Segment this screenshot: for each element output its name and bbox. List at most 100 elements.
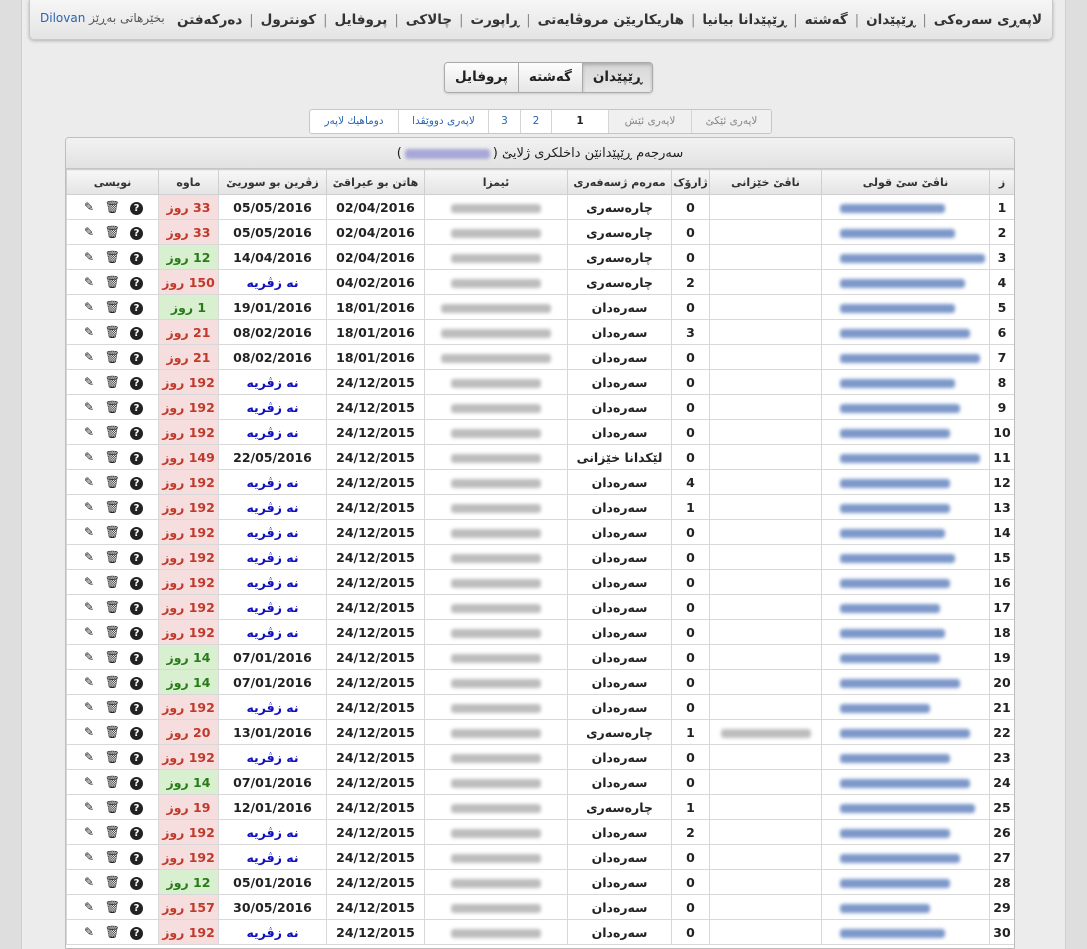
question-icon[interactable]: ? xyxy=(130,326,143,340)
row-name-link[interactable] xyxy=(821,919,990,945)
question-icon[interactable]: ? xyxy=(130,526,143,540)
trash-icon[interactable]: 🗑 xyxy=(105,475,120,489)
pencil-icon[interactable]: ✎ xyxy=(82,425,96,439)
question-icon[interactable]: ? xyxy=(130,701,143,715)
menu-item-travelers[interactable]: ڕێپێدان xyxy=(866,12,915,28)
tab-trips[interactable]: گەشتە xyxy=(517,63,582,92)
row-name-link[interactable] xyxy=(821,794,990,820)
pencil-icon[interactable]: ✎ xyxy=(82,550,96,564)
row-name-link[interactable] xyxy=(821,694,990,720)
trash-icon[interactable]: 🗑 xyxy=(105,350,120,364)
trash-icon[interactable]: 🗑 xyxy=(105,825,120,839)
trash-icon[interactable]: 🗑 xyxy=(105,500,120,514)
trash-icon[interactable]: 🗑 xyxy=(105,725,120,739)
trash-icon[interactable]: 🗑 xyxy=(105,675,120,689)
row-name-link[interactable] xyxy=(821,869,990,895)
username-link[interactable]: Dilovan xyxy=(40,11,85,25)
pencil-icon[interactable]: ✎ xyxy=(82,775,96,789)
row-name-link[interactable] xyxy=(821,244,990,270)
row-name-link[interactable] xyxy=(821,844,990,870)
question-icon[interactable]: ? xyxy=(130,651,143,665)
row-name-link[interactable] xyxy=(821,469,990,495)
trash-icon[interactable]: 🗑 xyxy=(105,225,120,239)
trash-icon[interactable]: 🗑 xyxy=(105,325,120,339)
menu-item-control[interactable]: کونترول xyxy=(261,12,316,28)
row-name-link[interactable] xyxy=(821,569,990,595)
row-name-link[interactable] xyxy=(821,419,990,445)
pencil-icon[interactable]: ✎ xyxy=(82,275,96,289)
question-icon[interactable]: ? xyxy=(130,351,143,365)
menu-item-notify[interactable]: هاریکاریێن مروڤایەتی xyxy=(538,12,684,28)
row-name-link[interactable] xyxy=(821,819,990,845)
trash-icon[interactable]: 🗑 xyxy=(105,925,120,939)
pager-next[interactable]: لاپەری دووێڤدا xyxy=(398,110,488,133)
pencil-icon[interactable]: ✎ xyxy=(82,700,96,714)
question-icon[interactable]: ? xyxy=(130,301,143,315)
tab-profile[interactable]: پروفایل xyxy=(445,63,518,92)
trash-icon[interactable]: 🗑 xyxy=(105,275,120,289)
trash-icon[interactable]: 🗑 xyxy=(105,300,120,314)
row-name-link[interactable] xyxy=(821,769,990,795)
pencil-icon[interactable]: ✎ xyxy=(82,600,96,614)
question-icon[interactable]: ? xyxy=(130,201,143,215)
pencil-icon[interactable]: ✎ xyxy=(82,525,96,539)
question-icon[interactable]: ? xyxy=(130,851,143,865)
pencil-icon[interactable]: ✎ xyxy=(82,450,96,464)
row-name-link[interactable] xyxy=(821,519,990,545)
pencil-icon[interactable]: ✎ xyxy=(82,925,96,939)
row-name-link[interactable] xyxy=(821,619,990,645)
question-icon[interactable]: ? xyxy=(130,451,143,465)
trash-icon[interactable]: 🗑 xyxy=(105,650,120,664)
menu-item-home[interactable]: لاپەڕی سەرەکی xyxy=(934,12,1042,28)
trash-icon[interactable]: 🗑 xyxy=(105,600,120,614)
pencil-icon[interactable]: ✎ xyxy=(82,675,96,689)
trash-icon[interactable]: 🗑 xyxy=(105,800,120,814)
question-icon[interactable]: ? xyxy=(130,676,143,690)
pencil-icon[interactable]: ✎ xyxy=(82,825,96,839)
tab-travelers[interactable]: ڕێپێدان xyxy=(581,63,653,92)
row-name-link[interactable] xyxy=(821,269,990,295)
trash-icon[interactable]: 🗑 xyxy=(105,200,120,214)
pencil-icon[interactable]: ✎ xyxy=(82,300,96,314)
pencil-icon[interactable]: ✎ xyxy=(82,725,96,739)
trash-icon[interactable]: 🗑 xyxy=(105,250,120,264)
pencil-icon[interactable]: ✎ xyxy=(82,850,96,864)
menu-item-logout[interactable]: دەرکەفتن xyxy=(177,12,242,28)
question-icon[interactable]: ? xyxy=(130,576,143,590)
row-name-link[interactable] xyxy=(821,719,990,745)
row-name-link[interactable] xyxy=(821,219,990,245)
trash-icon[interactable]: 🗑 xyxy=(105,775,120,789)
trash-icon[interactable]: 🗑 xyxy=(105,850,120,864)
row-name-link[interactable] xyxy=(821,194,990,220)
menu-item-activity[interactable]: چالاکی xyxy=(406,12,452,28)
trash-icon[interactable]: 🗑 xyxy=(105,750,120,764)
row-name-link[interactable] xyxy=(821,669,990,695)
question-icon[interactable]: ? xyxy=(130,276,143,290)
pager-last[interactable]: دوماهیك لاپەر xyxy=(310,110,398,133)
pencil-icon[interactable]: ✎ xyxy=(82,250,96,264)
pencil-icon[interactable]: ✎ xyxy=(82,500,96,514)
question-icon[interactable]: ? xyxy=(130,826,143,840)
pencil-icon[interactable]: ✎ xyxy=(82,200,96,214)
trash-icon[interactable]: 🗑 xyxy=(105,575,120,589)
question-icon[interactable]: ? xyxy=(130,926,143,940)
trash-icon[interactable]: 🗑 xyxy=(105,400,120,414)
trash-icon[interactable]: 🗑 xyxy=(105,700,120,714)
row-name-link[interactable] xyxy=(821,894,990,920)
pencil-icon[interactable]: ✎ xyxy=(82,875,96,889)
menu-item-report[interactable]: ڕاپورت xyxy=(471,12,520,28)
question-icon[interactable]: ? xyxy=(130,251,143,265)
trash-icon[interactable]: 🗑 xyxy=(105,875,120,889)
row-name-link[interactable] xyxy=(821,444,990,470)
menu-item-trips[interactable]: گەشتە xyxy=(805,12,848,28)
row-name-link[interactable] xyxy=(821,319,990,345)
pencil-icon[interactable]: ✎ xyxy=(82,350,96,364)
question-icon[interactable]: ? xyxy=(130,801,143,815)
question-icon[interactable]: ? xyxy=(130,601,143,615)
trash-icon[interactable]: 🗑 xyxy=(105,425,120,439)
row-name-link[interactable] xyxy=(821,644,990,670)
pencil-icon[interactable]: ✎ xyxy=(82,750,96,764)
row-name-link[interactable] xyxy=(821,344,990,370)
pencil-icon[interactable]: ✎ xyxy=(82,800,96,814)
question-icon[interactable]: ? xyxy=(130,501,143,515)
